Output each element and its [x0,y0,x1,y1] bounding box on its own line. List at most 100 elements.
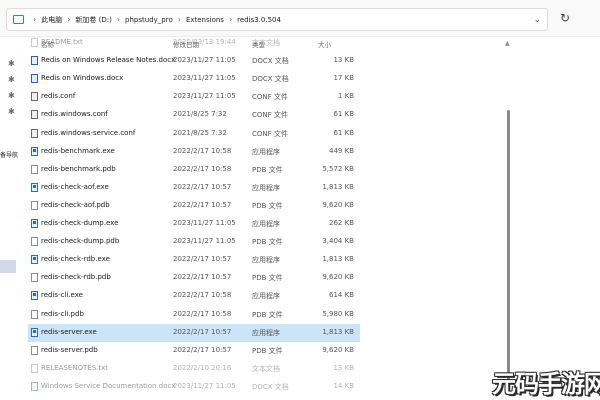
config-file-icon [31,128,38,138]
file-row[interactable]: redis.windows-service.conf 2021/8/25 7:32… [28,125,360,143]
file-row[interactable]: redis-server.exe 2022/2/17 10:57 应用程序 1,813… [28,323,360,342]
pdb-file-icon [31,164,38,174]
exe-icon [31,291,38,301]
file-size: 13 KB [333,363,354,372]
file-date: 2021/8/25 7:32 [173,128,227,137]
file-type: 文本文档 [252,364,280,373]
file-date: 2022/2/17 10:57 [173,327,232,336]
file-type: PDB 文件 [252,165,283,174]
breadcrumb-item[interactable]: 此电脑 [41,15,62,25]
pdb-file-icon [31,200,38,210]
file-size: 5,980 KB [322,309,354,318]
file-date: 2022/2/17 10:57 [173,345,232,354]
file-size: 9,620 KB [322,273,354,282]
file-date: 2022/2/17 10:57 [173,182,232,191]
file-size: 1,813 KB [322,327,354,336]
file-name: redis.windows-service.conf [41,128,136,137]
file-name: redis.windows.conf [41,110,108,119]
file-row[interactable]: redis-check-aof.exe 2022/2/17 10:57 应用程序 1,… [28,179,360,197]
file-type: PDB 文件 [252,201,283,210]
file-name: redis-cli.exe [41,291,83,300]
file-row[interactable]: redis.windows.conf 2021/8/25 7:32 CONF 文件 6… [28,106,360,124]
pin-icon[interactable]: ✱ [8,59,15,68]
file-date: 2022/2/17 10:57 [173,273,232,282]
file-row[interactable]: Redis on Windows Release Notes.docx 2023/… [28,52,360,70]
scrollbar-thumb[interactable] [507,110,510,380]
pdb-file-icon [31,273,38,283]
file-date: 2021/8/25 7:32 [173,110,227,119]
address-bar[interactable]: › 此电脑 › 新加卷 (D:) › phpstudy_pro › Extens… [6,8,548,31]
file-row[interactable]: redis.conf 2023/11/27 11:05 CONF 文件 1 KB [28,88,360,106]
nav-item-label[interactable]: 备导航 [0,150,18,159]
file-row[interactable]: redis-benchmark.exe 2022/2/17 10:58 应用程序 44… [28,143,360,161]
file-name: redis-check-dump.exe [41,219,119,227]
file-row[interactable]: redis-cli.exe 2022/2/17 10:58 应用程序 614 KB [28,287,360,305]
file-row[interactable]: redis-check-dump.pdb 2023/11/27 11:05 PDB … [28,233,360,251]
file-size: 17 KB [333,74,354,83]
pin-icon[interactable]: ✱ [8,91,15,100]
file-size: 262 KB [329,219,354,227]
exe-icon [31,219,38,228]
file-size: 9,620 KB [322,345,354,354]
chevron-down-icon[interactable]: ⌄ [533,15,541,25]
file-row[interactable]: redis-check-dump.exe 2023/11/27 11:05 应用程序… [28,215,360,233]
file-size: 5,572 KB [322,164,354,173]
file-size: 1,813 KB [322,182,354,191]
exe-icon [31,255,38,265]
file-name: redis-check-rdb.exe [41,255,110,264]
file-type: PDB 文件 [252,310,283,319]
file-name: Redis on Windows Release Notes.docx [41,56,176,65]
word-doc-icon [31,74,38,84]
file-size: 13 KB [333,56,354,65]
config-file-icon [31,110,38,120]
file-date: 2020/03/13 19:44 [173,38,236,46]
pdb-file-icon [31,237,38,247]
file-row[interactable]: RELEASENOTES.txt 2022/2/10 20:16 文本文档 13 KB [28,360,360,378]
word-doc-icon [31,56,38,66]
file-date: 2022/2/17 10:58 [173,146,232,155]
file-type: 应用程序 [252,292,280,301]
pin-icon[interactable]: ✱ [8,107,15,116]
file-row[interactable]: Windows Service Documentation.docx 2023/1… [28,378,360,396]
file-type: CONF 文件 [252,93,288,102]
file-type: PDB 文件 [252,346,283,355]
file-row[interactable]: Redis on Windows.docx 2023/11/27 11:05 DOC… [28,70,360,88]
file-row[interactable]: redis-cli.pdb 2022/2/17 10:58 PDB 文件 5,980 … [28,306,360,324]
file-date: 2023/11/27 11:05 [173,56,236,65]
nav-selected-item[interactable] [0,260,16,273]
pin-icon[interactable]: ✱ [8,75,15,84]
refresh-icon[interactable]: ↻ [560,11,570,25]
file-date: 2023/11/27 11:05 [173,92,236,101]
file-type: CONF 文件 [252,129,288,138]
chevron-right-icon: › [33,15,37,24]
file-type: 应用程序 [252,147,280,156]
file-row[interactable]: README.txt 2020/03/13 19:44 文本文档 [28,34,360,52]
breadcrumb-item[interactable]: phpstudy_pro [125,16,173,24]
chevron-right-icon: › [116,15,121,24]
breadcrumb-item[interactable]: redis3.0.504 [237,16,281,24]
file-row[interactable]: redis-benchmark.pdb 2022/2/17 10:58 PDB 文件… [28,161,360,179]
file-row[interactable]: redis-check-rdb.pdb 2022/2/17 10:57 PDB 文件… [28,269,360,287]
file-type: CONF 文件 [252,111,288,120]
chevron-right-icon: › [177,15,181,24]
file-row[interactable]: redis-check-aof.pdb 2022/2/17 10:57 PDB 文件… [28,197,360,215]
vertical-scrollbar[interactable]: ▲ [505,40,512,400]
scroll-up-icon[interactable]: ▲ [505,40,510,47]
file-size: 3,404 KB [322,237,354,246]
breadcrumb-item[interactable]: 新加卷 (D:) [75,15,111,25]
file-type: 应用程序 [252,183,280,192]
chevron-right-icon: › [67,15,71,24]
file-name: RELEASENOTES.txt [41,363,109,372]
file-row[interactable]: redis-server.pdb 2022/2/17 10:57 PDB 文件 9,6… [28,342,360,360]
file-type: 应用程序 [252,328,280,337]
file-name: Redis on Windows.docx [41,74,124,83]
file-name: redis-check-aof.pdb [41,200,110,209]
file-type: DOCX 文档 [252,75,289,84]
chevron-right-icon: › [228,15,233,24]
navigation-pane: ✱ ✱ ✱ ✱ 备导航 [0,37,26,400]
exe-icon [31,146,38,156]
breadcrumb-item[interactable]: Extensions [186,16,224,24]
file-row[interactable]: redis-check-rdb.exe 2022/2/17 10:57 应用程序 1,… [28,251,360,269]
file-type: 应用程序 [252,256,280,265]
file-size: 449 KB [329,146,354,155]
